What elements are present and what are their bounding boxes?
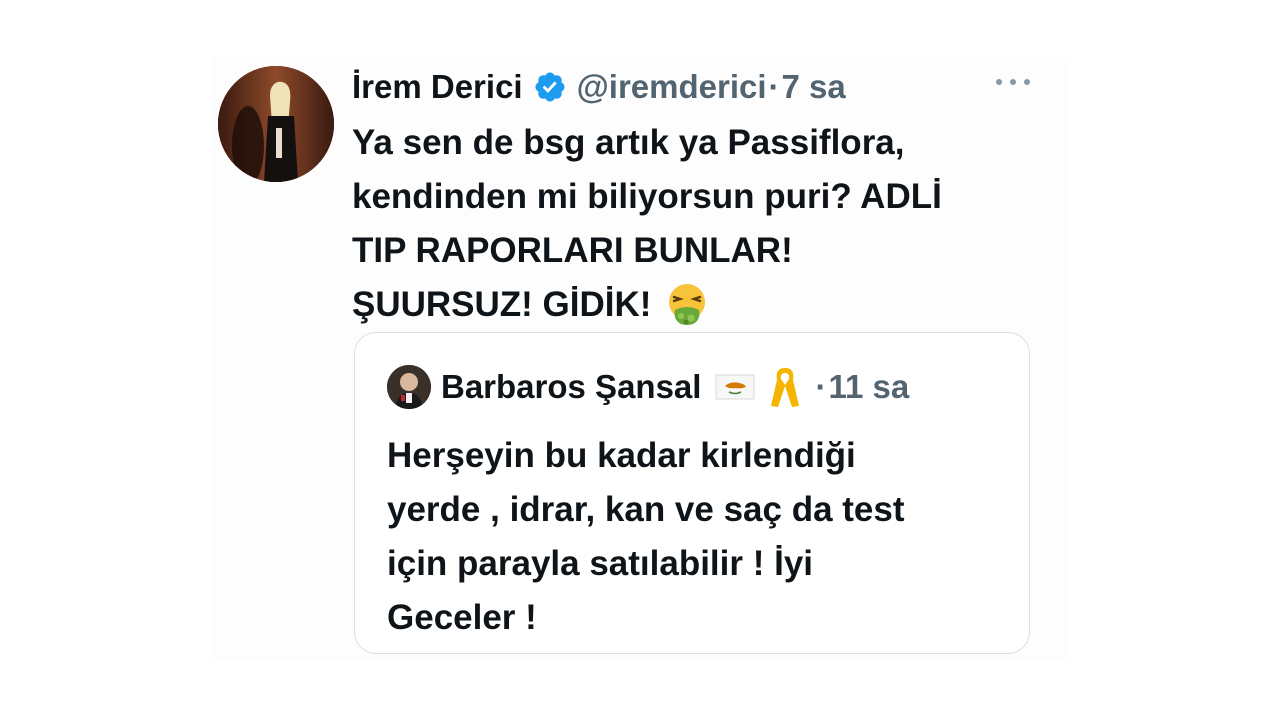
tweet-text-line-with-emoji: ŞUURSUZ! GİDİK! <box>352 278 1042 332</box>
quoted-tweet-timestamp[interactable]: 11 sa <box>828 368 909 406</box>
yellow-ribbon-icon <box>767 364 803 410</box>
quoted-text-line: Herşeyin bu kadar kirlendiği <box>387 436 856 475</box>
tweet-timestamp[interactable]: 7 sa <box>782 68 846 106</box>
tweet-header: İrem Derici @iremderici · 7 sa <box>352 64 846 110</box>
tweet-text-line: ŞUURSUZ! GİDİK! <box>352 285 652 324</box>
tweet-text-line: TIP RAPORLARI BUNLAR! <box>352 231 793 270</box>
quoted-text-line: için parayla satılabilir ! İyi <box>387 544 814 583</box>
verified-badge-icon <box>533 70 567 104</box>
separator-dot: · <box>768 68 780 105</box>
quoted-author-avatar[interactable] <box>387 365 431 409</box>
screenshot-canvas: İrem Derici @iremderici · 7 sa Ya sen de… <box>0 0 1280 720</box>
quoted-text-line: yerde , idrar, kan ve saç da test <box>387 490 905 529</box>
quoted-text-line: Geceler ! <box>387 598 537 637</box>
more-horizontal-icon[interactable] <box>996 72 1030 92</box>
author-handle[interactable]: @iremderici <box>577 68 767 106</box>
quoted-tweet-card[interactable]: Barbaros Şansal · 11 sa Herşeyin bu kada… <box>354 332 1030 654</box>
avatar[interactable] <box>218 66 334 182</box>
cyprus-flag-icon <box>715 374 755 400</box>
quoted-tweet-header: Barbaros Şansal · 11 sa <box>387 363 909 411</box>
nauseated-face-vomiting-icon <box>665 282 709 326</box>
quoted-author-display-name[interactable]: Barbaros Şansal <box>441 368 701 406</box>
author-display-name[interactable]: İrem Derici <box>352 68 523 106</box>
tweet-card[interactable]: İrem Derici @iremderici · 7 sa Ya sen de… <box>212 58 1068 660</box>
separator-dot: · <box>815 368 827 405</box>
tweet-text-line: Ya sen de bsg artık ya Passiflora, <box>352 123 905 162</box>
quoted-tweet-text: Herşeyin bu kadar kirlendiği yerde , idr… <box>387 429 1007 645</box>
tweet-text: Ya sen de bsg artık ya Passiflora, kendi… <box>352 116 1042 332</box>
tweet-text-line: kendinden mi biliyorsun puri? ADLİ <box>352 177 942 216</box>
